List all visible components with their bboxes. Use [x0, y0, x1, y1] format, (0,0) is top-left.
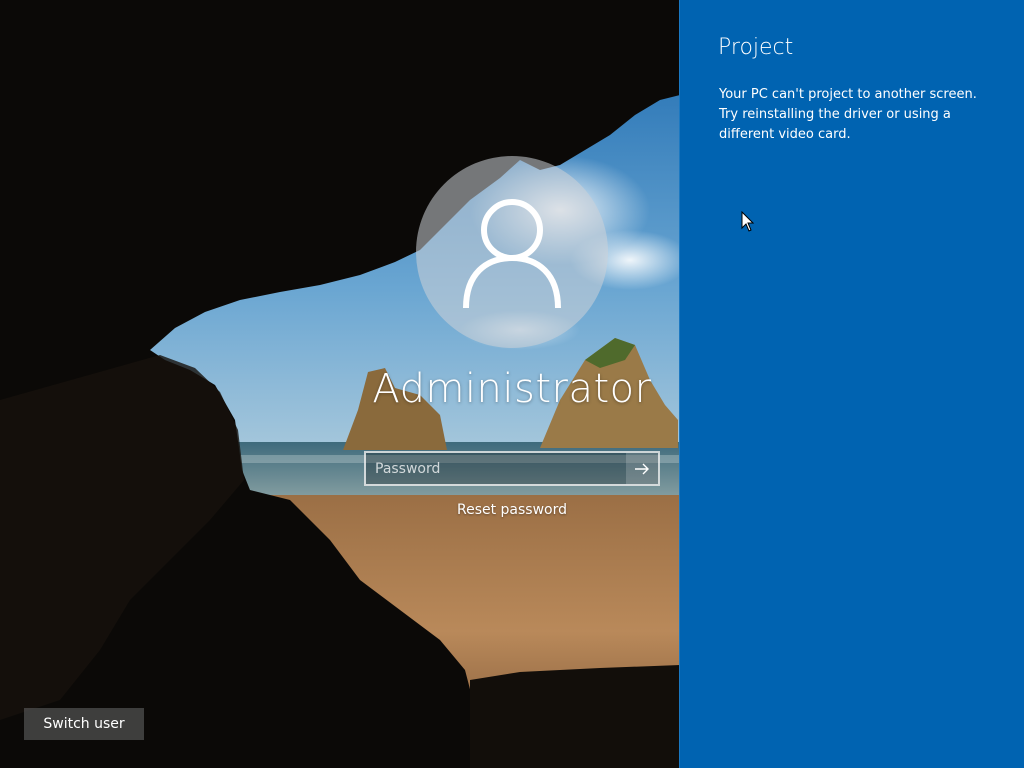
- user-icon: [463, 199, 561, 309]
- project-title: Project: [718, 35, 794, 60]
- password-field[interactable]: [364, 451, 660, 486]
- arrow-right-icon: [635, 463, 649, 474]
- user-avatar: [416, 156, 608, 348]
- submit-button[interactable]: [626, 453, 658, 484]
- username-label: Administrator: [372, 366, 652, 412]
- password-input[interactable]: [366, 453, 626, 484]
- project-error-message: Your PC can't project to another screen.…: [719, 87, 977, 142]
- switch-user-button[interactable]: Switch user: [24, 708, 144, 740]
- reset-password-link[interactable]: Reset password: [412, 502, 612, 518]
- project-flyout: Project Your PC can't project to another…: [679, 0, 1024, 768]
- lock-screen: Administrator Reset password Switch user…: [0, 0, 1024, 768]
